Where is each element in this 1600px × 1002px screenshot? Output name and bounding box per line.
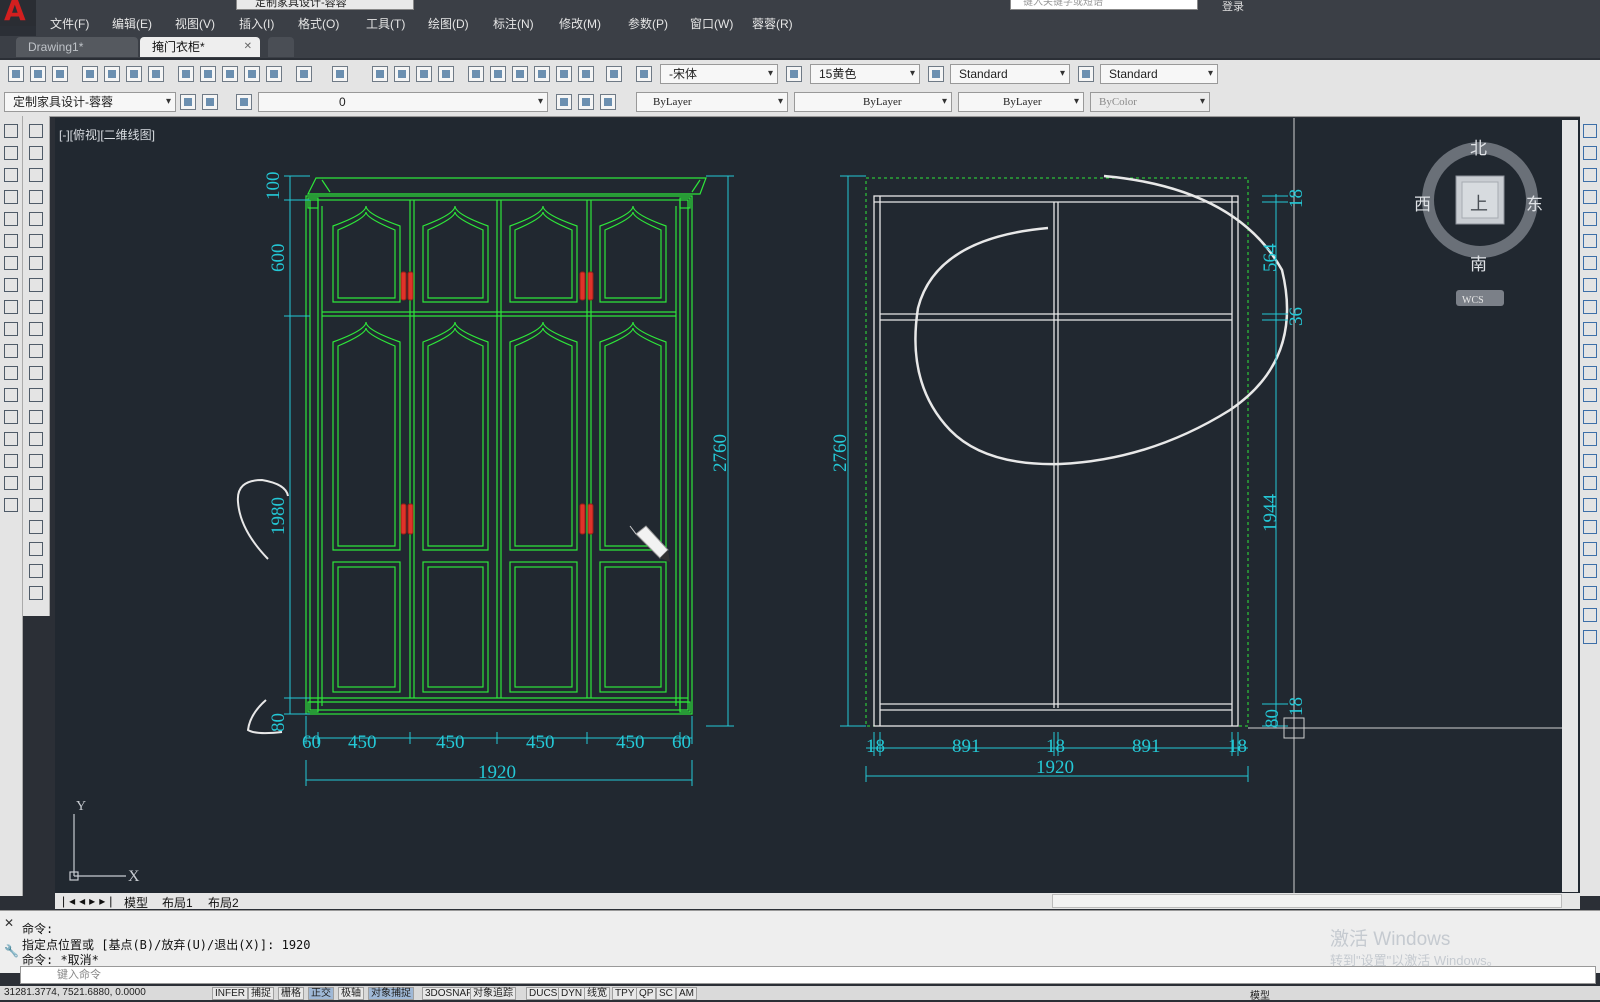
dim-text: 1944 xyxy=(1260,494,1281,533)
status-ortho[interactable]: 正交 xyxy=(308,987,334,1000)
bottom-door-panel xyxy=(599,561,667,693)
upper-door-panel xyxy=(599,205,667,303)
dim-text: 450 xyxy=(526,732,555,753)
dim-text: 1920 xyxy=(478,762,516,783)
dim-text: 1980 xyxy=(268,497,289,535)
viewcube-north[interactable]: 北 xyxy=(1470,139,1487,158)
dim-text: 18 xyxy=(866,736,885,757)
viewcube-west[interactable]: 西 xyxy=(1414,195,1431,214)
dim-text: 18 xyxy=(1286,189,1307,208)
dim-text: 2760 xyxy=(830,434,851,472)
dim-text: 2760 xyxy=(710,434,731,472)
viewcube-top-face[interactable]: 上 xyxy=(1470,194,1488,214)
tab-layout1[interactable]: 布局1 xyxy=(162,894,193,911)
dim-text: 60 xyxy=(672,732,691,753)
coordinate-readout[interactable]: 31281.3774, 7521.6880, 0.0000 xyxy=(4,987,146,998)
bottom-door-panel xyxy=(422,561,489,693)
right-dimension-text: 2760 18 564 36 1944 80 18 18 891 18 891 … xyxy=(830,189,1307,778)
upper-door-panel xyxy=(332,205,401,303)
dim-text: 450 xyxy=(616,732,645,753)
bottom-door-panel xyxy=(332,561,401,693)
activation-watermark-sub: 转到"设置"以激活 Windows。 xyxy=(1330,953,1500,968)
pen-cursor-icon xyxy=(629,525,670,562)
tall-door-panel xyxy=(332,321,401,551)
wrench-icon[interactable]: 🔧 xyxy=(4,944,19,958)
status-sc[interactable]: SC xyxy=(656,987,676,1000)
status-polar[interactable]: 极轴 xyxy=(338,987,364,1000)
command-history-line: 命令: xyxy=(22,922,54,936)
bottom-door-panel xyxy=(509,561,578,693)
upper-door-panel xyxy=(422,205,489,303)
viewcube-east[interactable]: 东 xyxy=(1526,195,1543,214)
horizontal-scrollbar[interactable] xyxy=(1052,894,1562,908)
ucs-x-label: X xyxy=(128,868,140,885)
dim-text: 36 xyxy=(1286,307,1307,326)
layout-nav-arrows[interactable]: |◂◂▸▸| xyxy=(62,894,116,908)
status-grid[interactable]: 栅格 xyxy=(278,987,304,1000)
tall-door-panel xyxy=(422,321,489,551)
status-snap[interactable]: 捕捉 xyxy=(248,987,274,1000)
upper-door-panel xyxy=(509,205,578,303)
status-am[interactable]: AM xyxy=(676,987,697,1000)
dim-text: 80 xyxy=(1262,709,1283,728)
status-infer[interactable]: INFER xyxy=(212,987,248,1000)
dim-text: 60 xyxy=(302,732,321,753)
dim-text: 80 xyxy=(268,713,289,732)
ucs-y-label: Y xyxy=(76,799,86,814)
vertical-scrollbar[interactable] xyxy=(1562,120,1578,892)
dim-text: 450 xyxy=(348,732,377,753)
right-dimensions xyxy=(840,118,1562,893)
close-icon[interactable]: ✕ xyxy=(4,916,14,930)
dim-text: 100 xyxy=(263,172,284,201)
status-ducs[interactable]: DUCS xyxy=(526,987,561,1000)
dim-text: 1920 xyxy=(1036,757,1074,778)
dim-text: 600 xyxy=(268,244,289,273)
dim-text: 450 xyxy=(436,732,465,753)
activation-watermark: 激活 Windows xyxy=(1330,929,1451,950)
dim-text: 891 xyxy=(1132,736,1161,757)
dim-text: 564 xyxy=(1260,243,1281,272)
status-3dosnap[interactable]: 3DOSNAP xyxy=(422,987,476,1000)
dim-text: 18 xyxy=(1046,736,1065,757)
ucs-icon xyxy=(69,814,126,881)
tall-door-panel xyxy=(599,321,667,551)
tab-model[interactable]: 模型 xyxy=(124,894,148,911)
tab-layout2[interactable]: 布局2 xyxy=(208,894,239,911)
viewcube-south[interactable]: 南 xyxy=(1470,255,1487,274)
front-elevation xyxy=(305,177,707,715)
tall-door-panel xyxy=(509,321,578,551)
wcs-label: WCS xyxy=(1462,295,1484,306)
dim-text: 18 xyxy=(1228,736,1247,757)
status-dyn[interactable]: DYN xyxy=(558,987,586,1000)
status-tpy[interactable]: TPY xyxy=(612,987,638,1000)
cornice xyxy=(307,177,707,195)
dim-text: 891 xyxy=(952,736,981,757)
dim-text: 18 xyxy=(1286,697,1307,716)
internal-elevation xyxy=(865,174,1289,727)
status-otrack[interactable]: 对象追踪 xyxy=(470,987,516,1000)
status-osnap[interactable]: 对象捕捉 xyxy=(368,987,414,1000)
cabinet-outline xyxy=(305,195,693,715)
drawing-svg: 100 600 1980 80 2760 60 450 450 450 450 … xyxy=(69,118,1562,893)
status-qp[interactable]: QP xyxy=(636,987,657,1000)
status-lineweight[interactable]: 线宽 xyxy=(584,987,610,1000)
